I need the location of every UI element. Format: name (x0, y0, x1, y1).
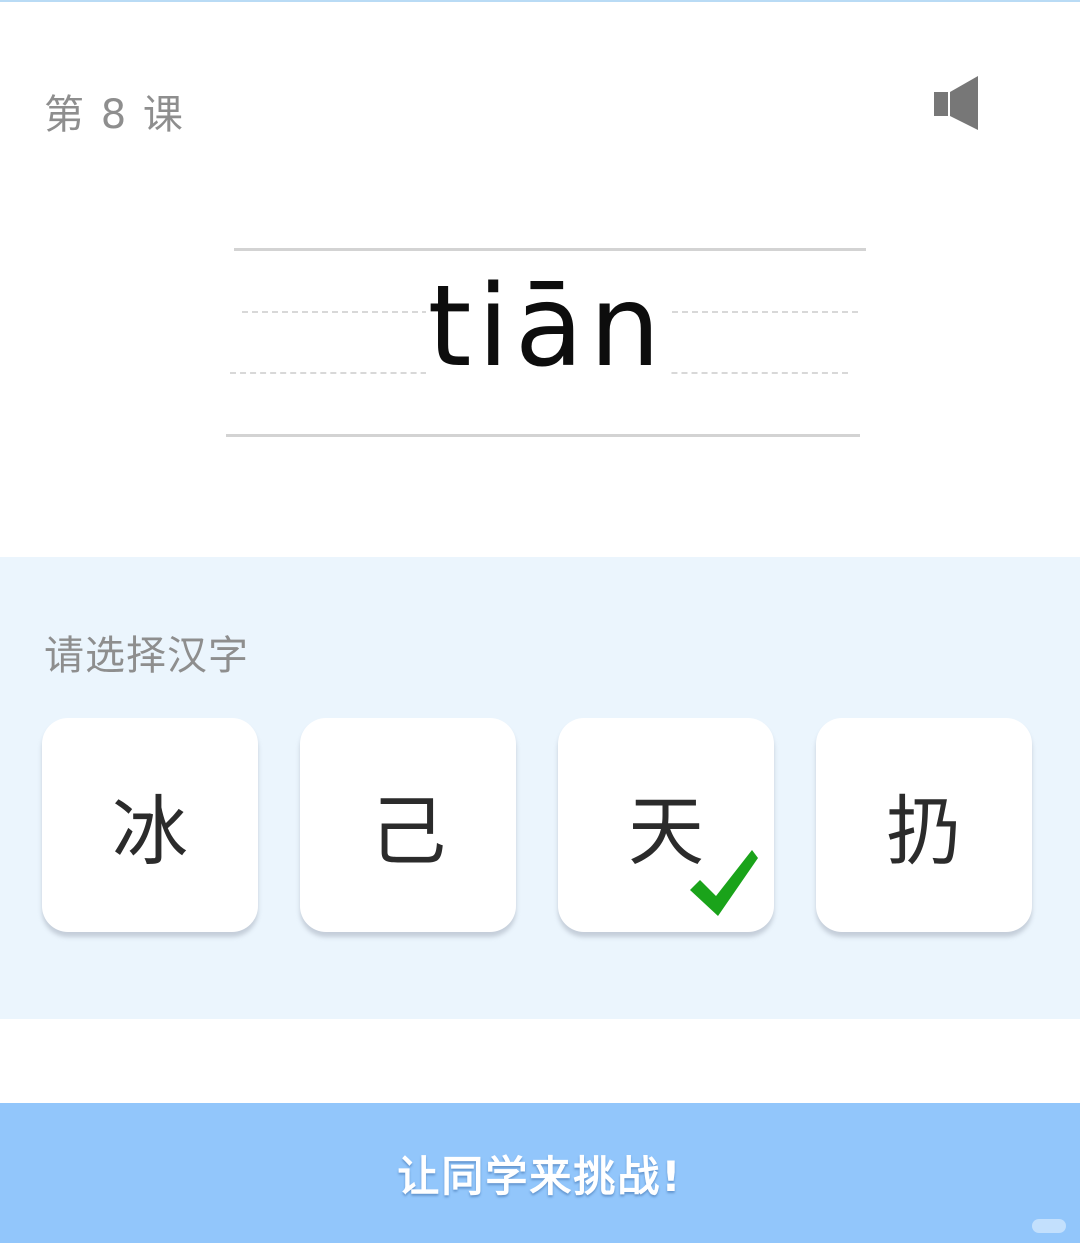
lesson-page: 第 8 课 tiān 请选择汉字 冰 己 天 扔 让同学来挑战! (0, 0, 1080, 1244)
answer-section: 请选择汉字 冰 己 天 扔 (0, 557, 1080, 1019)
choice-card[interactable]: 扔 (816, 718, 1032, 932)
checkmark-icon (690, 850, 758, 916)
pinyin-word: tiān (224, 262, 870, 392)
challenge-classmates-button[interactable]: 让同学来挑战! (0, 1103, 1080, 1243)
watermark (1032, 1219, 1066, 1233)
choice-card[interactable]: 己 (300, 718, 516, 932)
choose-character-prompt: 请选择汉字 (44, 633, 249, 679)
challenge-button-label: 让同学来挑战! (397, 1151, 683, 1201)
pinyin-writing-lines: tiān (224, 246, 870, 440)
choice-character: 扔 (886, 787, 962, 876)
bottom-line (226, 434, 860, 437)
pinyin-text: tiān (425, 262, 669, 392)
choice-card-correct[interactable]: 天 (558, 718, 774, 932)
top-line (234, 248, 866, 251)
choice-character: 己 (370, 787, 446, 876)
character-choices: 冰 己 天 扔 (42, 718, 1032, 934)
choice-character: 冰 (112, 787, 188, 876)
speaker-icon[interactable] (930, 72, 984, 134)
lesson-title: 第 8 课 (44, 92, 185, 138)
choice-card[interactable]: 冰 (42, 718, 258, 932)
